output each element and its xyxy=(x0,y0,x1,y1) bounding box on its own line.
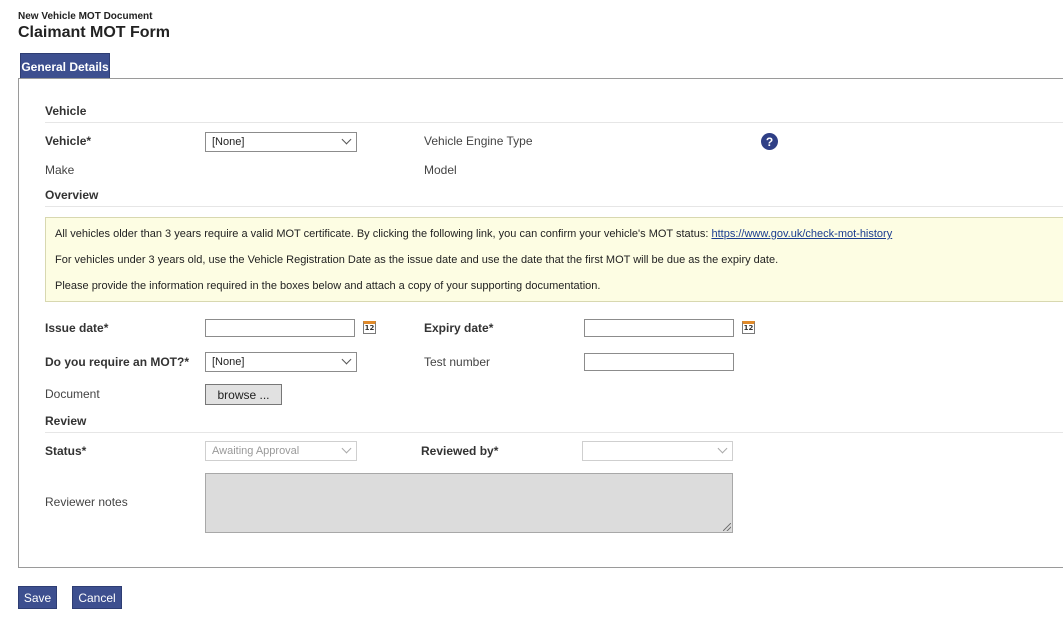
chevron-down-icon xyxy=(341,354,352,365)
require-mot-label: Do you require an MOT?* xyxy=(45,355,190,369)
model-label: Model xyxy=(424,163,457,177)
page-subtitle: New Vehicle MOT Document xyxy=(18,11,153,22)
document-label: Document xyxy=(45,387,100,401)
expiry-date-label: Expiry date* xyxy=(424,321,494,335)
status-label: Status* xyxy=(45,444,87,458)
section-vehicle-heading: Vehicle xyxy=(45,104,1063,123)
expiry-date-input[interactable] xyxy=(584,319,734,337)
cancel-button[interactable]: Cancel xyxy=(72,586,122,609)
status-select-value: Awaiting Approval xyxy=(212,445,300,457)
vehicle-select[interactable]: [None] xyxy=(205,132,357,152)
reviewed-by-label: Reviewed by* xyxy=(421,444,499,458)
browse-button[interactable]: browse ... xyxy=(205,384,282,405)
resize-handle-icon[interactable] xyxy=(723,523,731,531)
mot-history-link[interactable]: https://www.gov.uk/check-mot-history xyxy=(711,228,892,240)
reviewer-notes-label: Reviewer notes xyxy=(45,495,128,509)
notice-line-1-text: All vehicles older than 3 years require … xyxy=(55,228,712,240)
notice-line-3: Please provide the information required … xyxy=(55,280,601,292)
vehicle-engine-type-label: Vehicle Engine Type xyxy=(424,134,533,148)
mot-info-notice: All vehicles older than 3 years require … xyxy=(45,217,1063,302)
issue-date-label: Issue date* xyxy=(45,321,109,335)
vehicle-select-value: [None] xyxy=(212,136,245,148)
calendar-icon[interactable]: 12 xyxy=(363,321,376,334)
reviewed-by-select[interactable] xyxy=(582,441,733,461)
make-label: Make xyxy=(45,163,75,177)
notice-line-1: All vehicles older than 3 years require … xyxy=(55,228,892,240)
help-icon[interactable]: ? xyxy=(761,133,778,150)
require-mot-select-value: [None] xyxy=(212,356,245,368)
test-number-input[interactable] xyxy=(584,353,734,371)
page-title: Claimant MOT Form xyxy=(18,24,171,41)
notice-line-2: For vehicles under 3 years old, use the … xyxy=(55,254,779,266)
vehicle-label: Vehicle* xyxy=(45,134,92,148)
test-number-label: Test number xyxy=(424,355,491,369)
chevron-down-icon xyxy=(717,443,728,454)
chevron-down-icon xyxy=(341,443,352,454)
section-review-heading: Review xyxy=(45,414,1063,433)
issue-date-input[interactable] xyxy=(205,319,355,337)
calendar-icon[interactable]: 12 xyxy=(742,321,755,334)
require-mot-select[interactable]: [None] xyxy=(205,352,357,372)
save-button[interactable]: Save xyxy=(18,586,57,609)
status-select[interactable]: Awaiting Approval xyxy=(205,441,357,461)
reviewer-notes-textarea[interactable] xyxy=(205,473,733,533)
section-overview-heading: Overview xyxy=(45,188,1063,207)
tab-general-details[interactable]: General Details xyxy=(20,53,110,79)
chevron-down-icon xyxy=(341,134,352,145)
